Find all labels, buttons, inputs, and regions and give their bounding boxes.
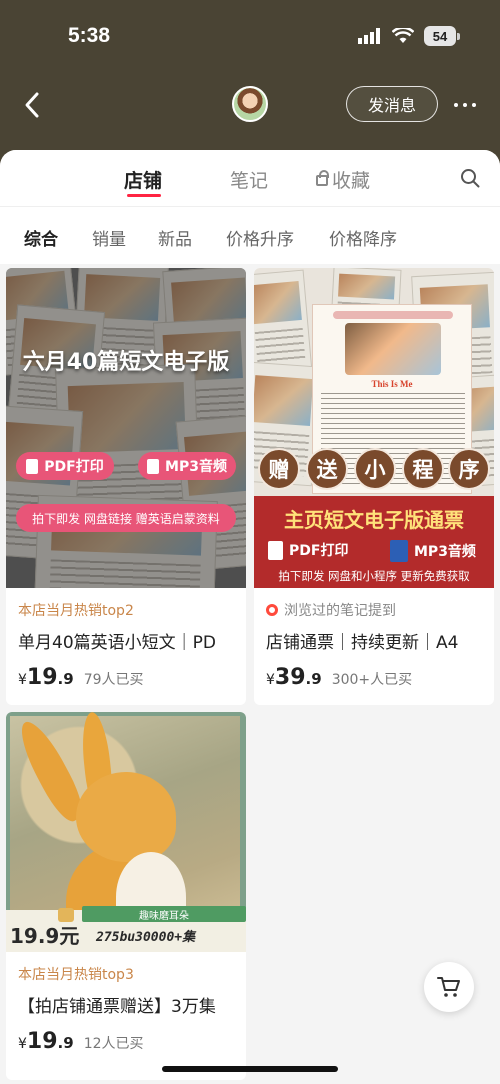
hot-tag: 本店当月热销top2	[18, 603, 134, 619]
band-mp3: MP3音频	[390, 540, 476, 562]
sort-filters: 综合 销量 新品 价格升序 价格降序	[0, 206, 500, 264]
filter-sales[interactable]: 销量	[92, 225, 126, 250]
more-icon[interactable]	[450, 90, 480, 120]
price-row: ¥ 19 .9 79人已买	[6, 653, 246, 690]
rabbit-illustration	[76, 772, 176, 862]
price-row: ¥ 39 .9 300+人已买	[254, 653, 494, 690]
pdf-pill: PDF打印	[16, 452, 114, 480]
tab-notes[interactable]: 笔记	[230, 166, 268, 193]
sold-count: 79人已买	[83, 672, 144, 688]
band-pdf: PDF打印	[268, 540, 348, 560]
active-tab-indicator	[127, 194, 161, 197]
price-integer: 39	[274, 665, 306, 690]
hot-tag: 本店当月热销top3	[18, 967, 134, 983]
signal-icon	[358, 28, 380, 44]
band-subtitle: 拍下即发 网盘和小程序 更新免费获取	[278, 569, 470, 583]
worksheet-title: This Is Me	[371, 379, 413, 389]
tab-favorites-label: 收藏	[332, 170, 371, 192]
status-bar: 5:38 54	[0, 0, 500, 72]
cart-button[interactable]	[424, 962, 474, 1012]
product-card[interactable]: 趣味磨耳朵 19.9元 275bu30000+集 本店当月热销top3 【拍店铺…	[6, 712, 246, 1080]
promo-band: 主页短文电子版通票 PDF打印 MP3音频 拍下即发 网盘和小程序 更新免费获取	[254, 496, 494, 588]
promo-circle: 送	[306, 448, 348, 490]
shop-avatar[interactable]	[232, 86, 268, 122]
product-image[interactable]: 六月40篇短文电子版 PDF打印 MP3音频 拍下即发 网盘链接 赠英语启蒙资料	[6, 268, 246, 588]
image-price-overlay: 19.9元	[10, 924, 80, 948]
lock-icon	[316, 170, 329, 186]
price-decimal: .9	[57, 1034, 74, 1052]
price-row: ¥ 19 .9 12人已买	[6, 1017, 246, 1054]
pdf-doc-icon	[268, 540, 283, 560]
product-title: 店铺通票｜持续更新｜A4	[266, 633, 459, 653]
pdf-doc-icon	[26, 458, 39, 474]
image-headline: 六月40篇短文电子版	[22, 350, 230, 375]
product-image[interactable]: This Is Me 赠 送 小 程 序 主页短文电子版通票 PDF打印 MP3…	[254, 268, 494, 588]
band-pdf-label: PDF打印	[289, 543, 349, 559]
status-icons: 54	[358, 26, 460, 46]
filter-price-asc[interactable]: 价格升序	[226, 225, 294, 250]
product-card[interactable]: 六月40篇短文电子版 PDF打印 MP3音频 拍下即发 网盘链接 赠英语启蒙资料…	[6, 268, 246, 705]
note-mention-tag: 浏览过的笔记提到	[254, 588, 494, 620]
filter-comprehensive[interactable]: 综合	[24, 225, 58, 250]
price-integer: 19	[26, 1029, 58, 1054]
info-pill: 拍下即发 网盘链接 赠英语启蒙资料	[16, 504, 236, 532]
search-icon[interactable]	[460, 168, 480, 188]
filter-new[interactable]: 新品	[158, 225, 192, 250]
price-decimal: .9	[305, 670, 322, 688]
shop-panel: 店铺 笔记 收藏 综合 销量 新品 价格升序 价格降序 六月40篇短文电子版 P…	[0, 150, 500, 1084]
sold-count: 12人已买	[83, 1036, 144, 1052]
send-message-button[interactable]: 发消息	[346, 86, 438, 122]
mp3-pill-label: MP3音频	[165, 459, 227, 475]
image-dim-overlay	[6, 268, 246, 588]
filter-price-desc[interactable]: 价格降序	[329, 225, 397, 250]
wifi-icon	[392, 28, 414, 43]
tab-favorites[interactable]: 收藏	[316, 166, 370, 193]
mp3-pill: MP3音频	[138, 452, 236, 480]
battery-icon: 54	[424, 26, 456, 46]
green-label: 趣味磨耳朵	[82, 906, 246, 922]
note-mention-label: 浏览过的笔记提到	[284, 603, 396, 619]
shop-tabs: 店铺 笔记 收藏	[0, 150, 500, 206]
shop-header: 发消息	[0, 72, 500, 142]
episode-count: 275bu30000+集	[96, 930, 196, 945]
sold-count: 300+人已买	[331, 672, 413, 688]
home-indicator	[162, 1066, 338, 1072]
tab-shop[interactable]: 店铺	[124, 166, 162, 193]
price-decimal: .9	[57, 670, 74, 688]
product-title: 【拍店铺通票赠送】3万集	[18, 997, 216, 1017]
promo-circle: 序	[448, 448, 490, 490]
currency-symbol: ¥	[18, 1036, 27, 1052]
product-image[interactable]: 趣味磨耳朵 19.9元 275bu30000+集	[6, 712, 246, 952]
promo-circle: 小	[354, 448, 396, 490]
cart-icon	[437, 977, 460, 997]
status-time: 5:38	[68, 24, 111, 47]
promo-circle: 程	[402, 448, 444, 490]
mp3-file-icon	[390, 540, 408, 562]
promo-circle: 赠	[258, 448, 300, 490]
battery-tip	[457, 32, 460, 40]
product-title: 单月40篇英语小短文｜PD	[18, 633, 216, 653]
pdf-pill-label: PDF打印	[44, 459, 104, 475]
currency-symbol: ¥	[266, 672, 275, 688]
band-title: 主页短文电子版通票	[284, 508, 464, 532]
band-mp3-label: MP3音频	[414, 544, 476, 560]
worksheet-page	[254, 269, 313, 375]
price-integer: 19	[26, 665, 58, 690]
note-icon	[266, 604, 278, 616]
back-icon[interactable]	[20, 90, 44, 120]
currency-symbol: ¥	[18, 672, 27, 688]
mp3-doc-icon	[147, 458, 160, 474]
product-card[interactable]: This Is Me 赠 送 小 程 序 主页短文电子版通票 PDF打印 MP3…	[254, 268, 494, 705]
